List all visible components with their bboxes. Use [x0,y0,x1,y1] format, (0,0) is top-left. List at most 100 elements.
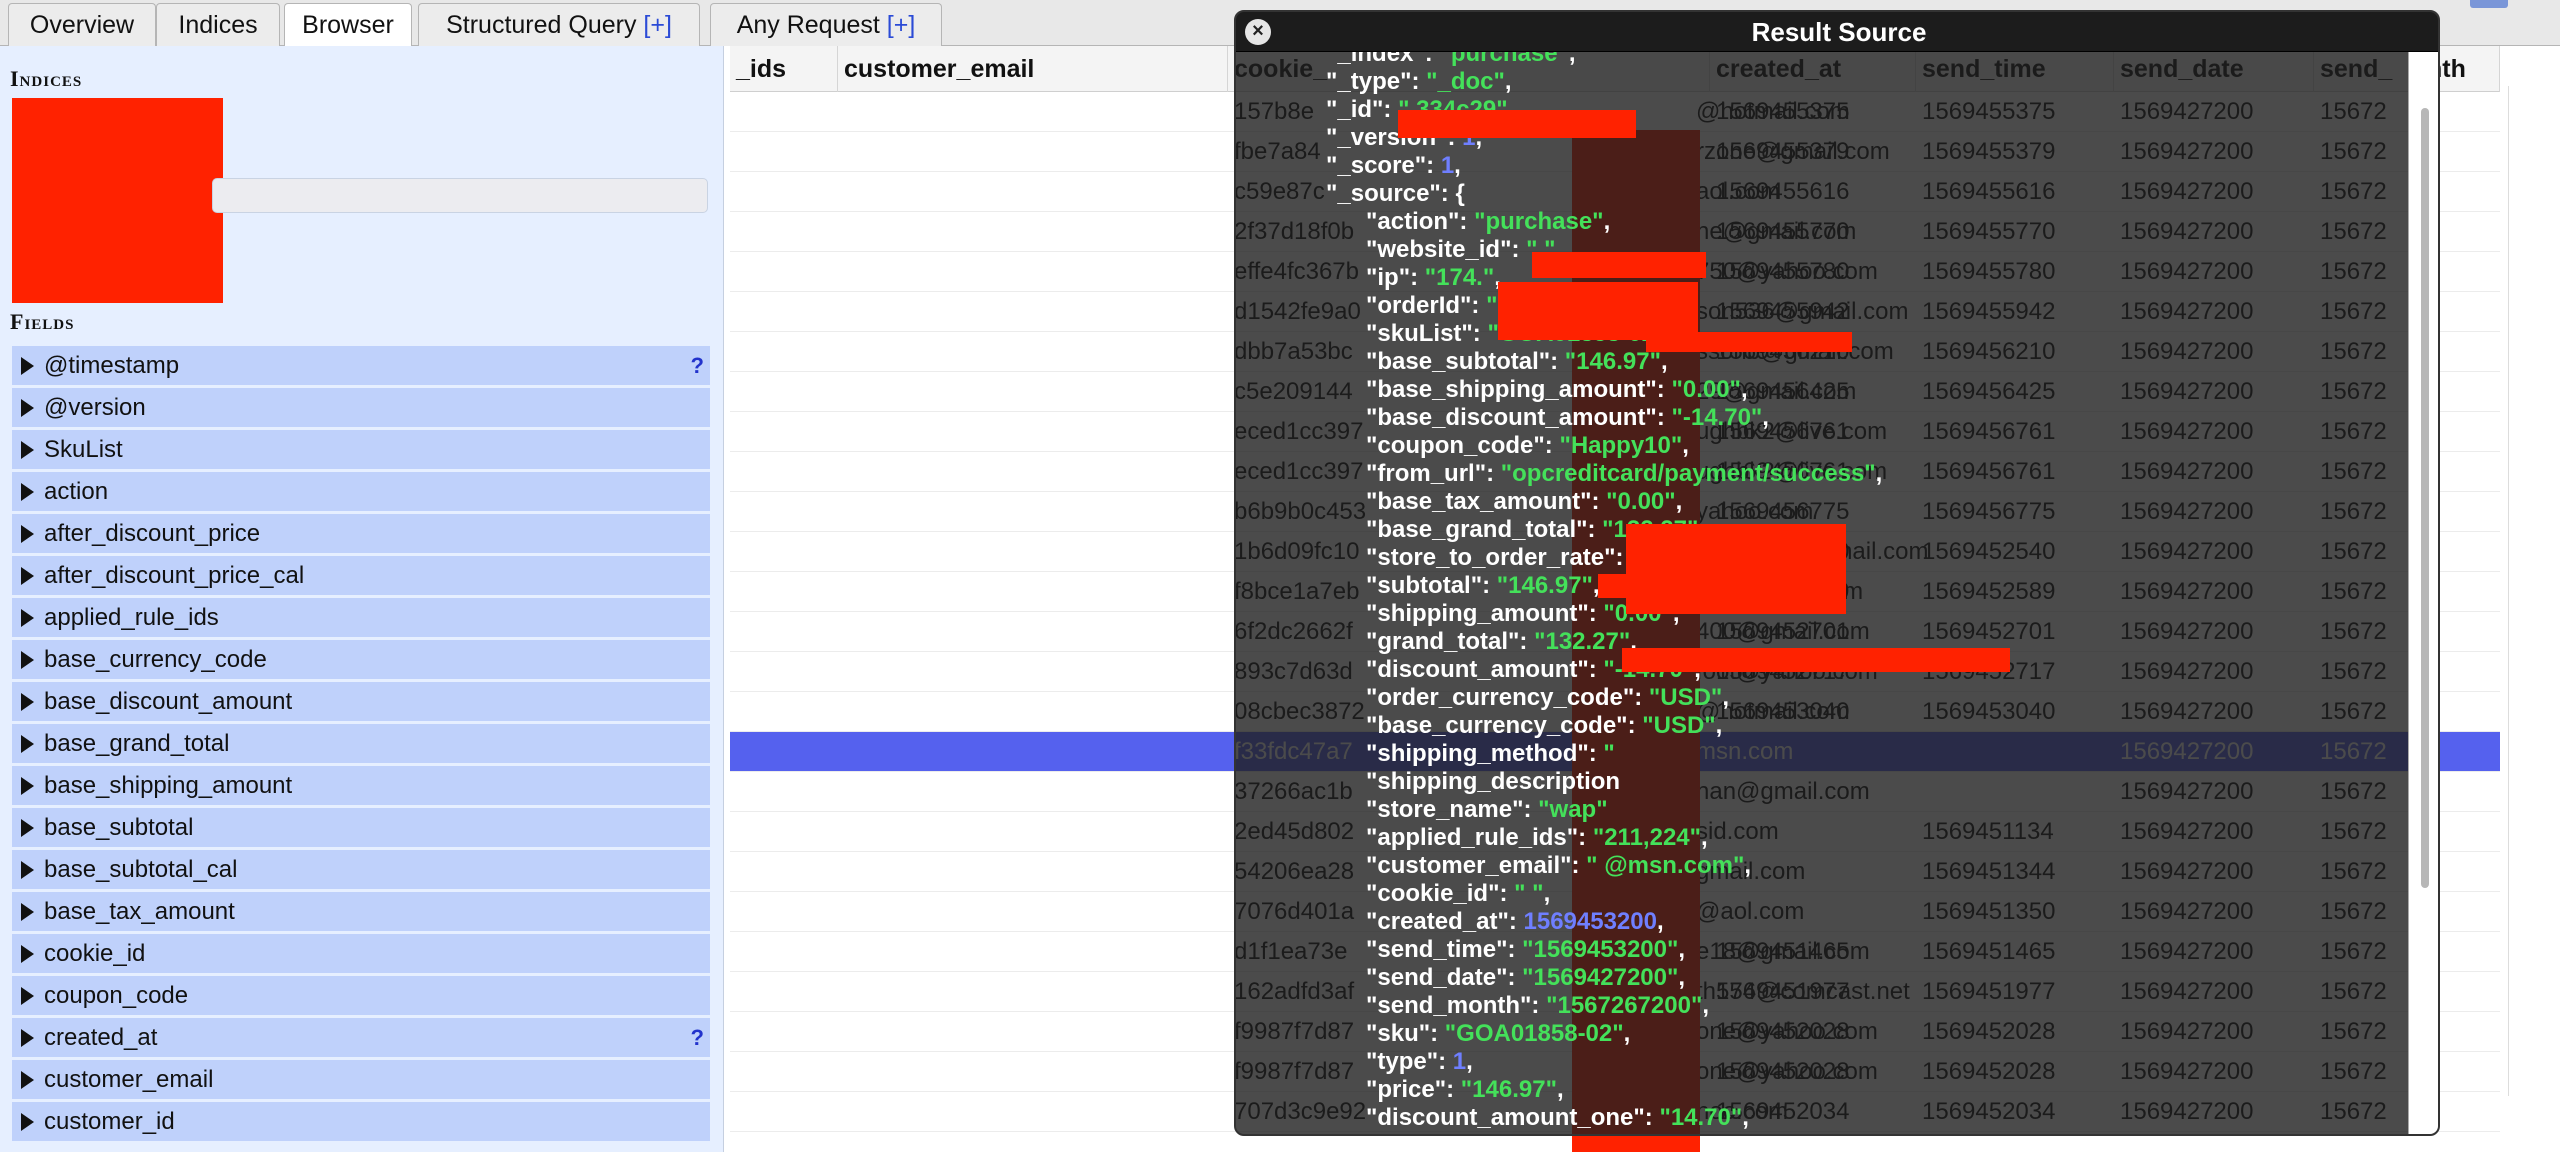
field-item[interactable]: @version [12,388,710,427]
dialog-scrollbar[interactable] [2408,52,2438,1134]
json-token: , [1568,52,1576,67]
field-item[interactable]: base_tax_amount [12,892,710,931]
help-icon[interactable]: ? [691,1018,704,1057]
field-name: base_discount_amount [44,688,293,715]
json-token: "shipping_method": [1366,740,1604,767]
json-token: "base_subtotal": [1366,348,1565,375]
tab-browser[interactable]: Browser [284,3,412,47]
json-line: "send_month": "1567267200", [1366,992,1709,1020]
json-line: "coupon_code": "Happy10", [1366,432,1689,460]
field-item[interactable]: action [12,472,710,511]
field-item[interactable]: after_discount_price_cal [12,556,710,595]
expand-triangle-icon[interactable] [21,483,34,501]
dialog-scrollbar-thumb[interactable] [2421,108,2429,888]
expand-triangle-icon[interactable] [21,693,34,711]
field-name: @version [44,394,146,421]
expand-triangle-icon[interactable] [21,861,34,879]
expand-triangle-icon[interactable] [21,945,34,963]
field-item[interactable]: applied_rule_ids [12,598,710,637]
tab-add-link[interactable]: [+] [887,11,916,39]
field-item[interactable]: base_currency_code [12,640,710,679]
json-token: "send_time": [1366,936,1523,963]
tab-indices[interactable]: Indices [156,3,280,46]
json-token: "1567267200" [1546,992,1703,1019]
field-item[interactable]: base_subtotal_cal [12,850,710,889]
json-token: "website_id": [1366,236,1527,263]
json-line: "discount_amount_one": "14.70", [1366,1104,1749,1132]
close-icon[interactable]: × [1245,19,1271,45]
json-token: "price": [1366,1076,1461,1103]
expand-triangle-icon[interactable] [21,525,34,543]
field-item[interactable]: base_shipping_amount [12,766,710,805]
tab-label: Any Request [736,11,880,39]
json-line: "send_time": "1569453200", [1366,936,1685,964]
tab-any-request[interactable]: Any Request [+] [710,3,942,46]
json-token: , [1744,852,1752,879]
json-token: "from_url": [1366,460,1501,487]
json-token: " [1603,740,1615,767]
column-header-customer-email[interactable]: customer_email [838,46,1228,92]
json-line: "subtotal": "146.97", [1366,572,1600,600]
field-item[interactable]: customer_id [12,1102,710,1141]
json-token: "_index": [1326,52,1440,67]
json-token: , [1678,964,1686,991]
json-token: , [1742,1104,1749,1131]
json-line: "base_currency_code": "USD", [1366,712,1722,740]
tab-add-link[interactable]: [+] [643,11,672,39]
expand-triangle-icon[interactable] [21,357,34,375]
expand-triangle-icon[interactable] [21,609,34,627]
json-token: 1569453200 [1523,908,1657,935]
field-item[interactable]: SkuList [12,430,710,469]
field-item[interactable]: base_subtotal [12,808,710,847]
expand-triangle-icon[interactable] [21,819,34,837]
json-token: "_score": [1326,152,1441,179]
expand-triangle-icon[interactable] [21,1029,34,1047]
tab-structured-query[interactable]: Structured Query [+] [418,3,700,46]
json-token: "_type": [1326,68,1427,95]
index-selector[interactable] [212,178,708,213]
json-token: "_id": [1326,96,1399,123]
field-item[interactable]: customer_email [12,1060,710,1099]
expand-triangle-icon[interactable] [21,1071,34,1089]
json-token: "action": [1366,208,1475,235]
expand-triangle-icon[interactable] [21,399,34,417]
redaction-box [1598,574,1708,598]
scrollbar-thumb[interactable] [2508,86,2524,1096]
expand-triangle-icon[interactable] [21,1113,34,1131]
field-item[interactable]: cookie_id [12,934,710,973]
expand-triangle-icon[interactable] [21,777,34,795]
field-item[interactable]: @timestamp? [12,346,710,385]
expand-triangle-icon[interactable] [21,567,34,585]
json-line: "send_date": "1569427200", [1366,964,1685,992]
field-item[interactable]: after_discount_price [12,514,710,553]
top-right-button[interactable] [2470,0,2508,8]
expand-triangle-icon[interactable] [21,735,34,753]
json-token: "base_grand_total": [1366,516,1603,543]
expand-triangle-icon[interactable] [21,441,34,459]
expand-triangle-icon[interactable] [21,903,34,921]
field-item[interactable]: created_at? [12,1018,710,1057]
dialog-title: Result Source [1751,17,1927,47]
tab-overview[interactable]: Overview [8,3,156,46]
expand-triangle-icon[interactable] [21,987,34,1005]
field-name: customer_id [44,1108,175,1135]
field-item[interactable]: base_grand_total [12,724,710,763]
field-name: coupon_code [44,982,189,1009]
json-line: "shipping_method": " [1366,740,1615,768]
result-source-dialog: "_index": "purchase", "_type": "_doc", "_i… [1234,10,2440,1136]
json-line: "base_tax_amount": "0.00", [1366,488,1682,516]
expand-triangle-icon[interactable] [21,651,34,669]
help-icon[interactable]: ? [691,346,704,385]
table-scrollbar[interactable] [2500,46,2560,1152]
sidebar: Indices Fields @timestamp? @version SkuLis… [0,46,724,1152]
field-name: base_subtotal [44,814,194,841]
json-token: , [1875,460,1883,487]
field-item[interactable]: coupon_code [12,976,710,1015]
json-source-view: "_index": "purchase", "_type": "_doc", "_i… [1236,52,2408,1134]
json-token: "base_shipping_amount": [1366,376,1672,403]
json-line: "shipping_description [1366,768,1620,796]
json-token: , [1543,880,1551,907]
field-item[interactable]: base_discount_amount [12,682,710,721]
column-header--ids[interactable]: _ids [730,46,838,92]
json-token: , [1702,992,1709,1019]
